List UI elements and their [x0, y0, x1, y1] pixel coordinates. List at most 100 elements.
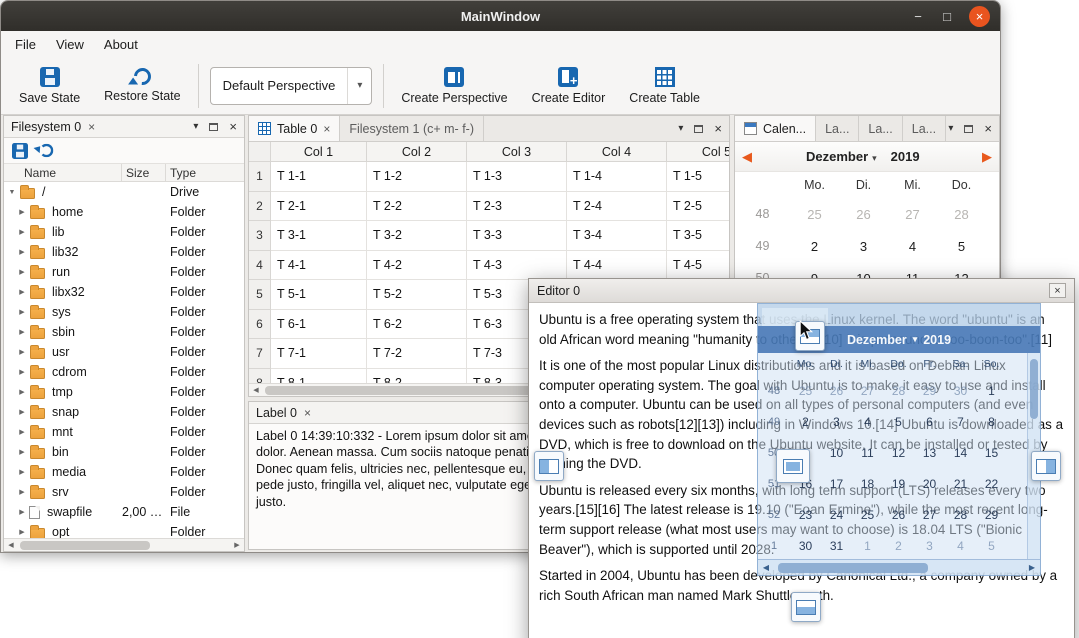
horizontal-scrollbar[interactable]: ◀ ▶ [4, 538, 244, 551]
tab-label-2[interactable]: La... [859, 116, 902, 141]
tab-table-0[interactable]: Table 0 × [249, 116, 340, 141]
table-cell[interactable]: T 3-1 [271, 221, 367, 251]
dock-title-close-icon[interactable]: × [304, 406, 311, 420]
table-cell[interactable]: T 6-2 [367, 310, 467, 340]
dock-close-icon[interactable]: × [714, 121, 722, 136]
editor-titlebar[interactable]: Editor 0 × [529, 279, 1074, 303]
calendar-day[interactable]: 22 [976, 477, 1007, 491]
expander-collapsed-icon[interactable]: ▶ [17, 368, 27, 376]
calendar-day[interactable]: 28 [937, 207, 986, 222]
calendar-day[interactable]: 21 [945, 477, 976, 491]
row-header[interactable]: 4 [249, 251, 271, 281]
tree-row[interactable]: ▶optFolder [4, 522, 244, 538]
column-header[interactable]: Col 5 [667, 142, 730, 161]
expander-collapsed-icon[interactable]: ▶ [17, 228, 27, 236]
calendar-day[interactable]: 1 [976, 384, 1007, 398]
tab-label-3[interactable]: La... [903, 116, 946, 141]
calendar-day[interactable]: 8 [976, 415, 1007, 429]
calendar-day[interactable]: 13 [914, 446, 945, 460]
expander-collapsed-icon[interactable]: ▶ [17, 208, 27, 216]
calendar-day[interactable]: 29 [976, 508, 1007, 522]
tree-row[interactable]: ▶swapfile2,00 …File [4, 502, 244, 522]
maximize-button[interactable]: □ [940, 9, 954, 24]
table-cell[interactable]: T 2-4 [567, 192, 667, 222]
table-cell[interactable]: T 3-5 [667, 221, 729, 251]
calendar-day[interactable]: 6 [914, 415, 945, 429]
calendar-day[interactable]: 4 [945, 539, 976, 553]
table-cell[interactable]: T 4-4 [567, 251, 667, 281]
drop-indicator-bottom[interactable] [791, 592, 821, 622]
calendar-day[interactable]: 4 [888, 239, 937, 254]
tree-row[interactable]: ▶runFolder [4, 262, 244, 282]
row-header[interactable]: 8 [249, 369, 271, 384]
fs-column-header[interactable]: Size [122, 164, 166, 181]
row-header[interactable]: 2 [249, 192, 271, 222]
column-header[interactable]: Col 3 [467, 142, 567, 161]
expander-collapsed-icon[interactable]: ▶ [17, 488, 27, 496]
calendar-day[interactable]: 28 [883, 384, 914, 398]
calendar-day[interactable]: 17 [821, 477, 852, 491]
calendar-day[interactable]: 30 [945, 384, 976, 398]
calendar-day[interactable]: 5 [937, 239, 986, 254]
perspective-combobox[interactable]: Default Perspective ▾ [210, 67, 373, 105]
scrollbar-thumb[interactable] [20, 541, 150, 550]
tab-label-1[interactable]: La... [816, 116, 859, 141]
tab-calendar[interactable]: Calen... [735, 116, 816, 141]
table-cell[interactable]: T 3-2 [367, 221, 467, 251]
tree-row[interactable]: ▶libFolder [4, 222, 244, 242]
drop-indicator-left[interactable] [534, 451, 564, 481]
calendar-day[interactable]: 31 [821, 539, 852, 553]
calendar-day[interactable]: 30 [790, 539, 821, 553]
fs-column-header[interactable]: Name [4, 164, 122, 181]
create-perspective-button[interactable]: Create Perspective [389, 59, 519, 113]
calendar-day[interactable]: 19 [883, 477, 914, 491]
calendar-day[interactable]: 23 [790, 508, 821, 522]
dock-close-icon[interactable]: × [984, 121, 992, 136]
tree-row[interactable]: ▶binFolder [4, 442, 244, 462]
tree-row[interactable]: ▶homeFolder [4, 202, 244, 222]
calendar-day[interactable]: 2 [790, 239, 839, 254]
restore-icon[interactable] [40, 144, 54, 158]
table-cell[interactable]: T 2-5 [667, 192, 729, 222]
drop-indicator-top[interactable] [795, 321, 825, 351]
restore-state-button[interactable]: Restore State [92, 59, 192, 113]
table-cell[interactable]: T 7-2 [367, 339, 467, 369]
expander-collapsed-icon[interactable]: ▶ [17, 408, 27, 416]
row-header[interactable]: 3 [249, 221, 271, 251]
calendar-day[interactable]: 11 [852, 446, 883, 460]
next-month-icon[interactable]: ▶ [982, 149, 992, 165]
table-cell[interactable]: T 2-3 [467, 192, 567, 222]
table-cell[interactable]: T 2-1 [271, 192, 367, 222]
expander-collapsed-icon[interactable]: ▶ [17, 528, 27, 536]
expander-collapsed-icon[interactable]: ▶ [17, 508, 27, 516]
expander-collapsed-icon[interactable]: ▶ [17, 288, 27, 296]
tree-row[interactable]: ▶mediaFolder [4, 462, 244, 482]
calendar-day[interactable]: 27 [852, 384, 883, 398]
calendar-day[interactable]: 25 [790, 384, 821, 398]
calendar-day[interactable]: 28 [945, 508, 976, 522]
dock-close-icon[interactable]: × [229, 119, 237, 134]
create-table-button[interactable]: Create Table [617, 59, 712, 113]
tree-row[interactable]: ▶usrFolder [4, 342, 244, 362]
table-cell[interactable]: T 1-4 [567, 162, 667, 192]
table-cell[interactable]: T 5-1 [271, 280, 367, 310]
tree-row[interactable]: ▶srvFolder [4, 482, 244, 502]
create-editor-button[interactable]: Create Editor [520, 59, 618, 113]
tree-row[interactable]: ▶lib32Folder [4, 242, 244, 262]
calendar-day[interactable]: 27 [888, 207, 937, 222]
expander-collapsed-icon[interactable]: ▶ [17, 248, 27, 256]
expander-collapsed-icon[interactable]: ▶ [17, 308, 27, 316]
fs-column-header[interactable]: Type [166, 164, 244, 181]
table-cell[interactable]: T 3-4 [567, 221, 667, 251]
tree-row[interactable]: ▶snapFolder [4, 402, 244, 422]
calendar-day[interactable]: 3 [914, 539, 945, 553]
tab-filesystem-1[interactable]: Filesystem 1 (c+ m- f-) [340, 116, 484, 141]
calendar-day[interactable]: 24 [821, 508, 852, 522]
calendar-day[interactable]: 2 [790, 415, 821, 429]
dock-menu-icon[interactable]: ▾ [678, 123, 683, 134]
dock-menu-icon[interactable]: ▾ [948, 123, 953, 134]
dock-title-close-icon[interactable]: × [88, 120, 95, 134]
expander-collapsed-icon[interactable]: ▶ [17, 388, 27, 396]
dock-float-icon[interactable] [209, 123, 218, 131]
calendar-day[interactable]: 7 [945, 415, 976, 429]
